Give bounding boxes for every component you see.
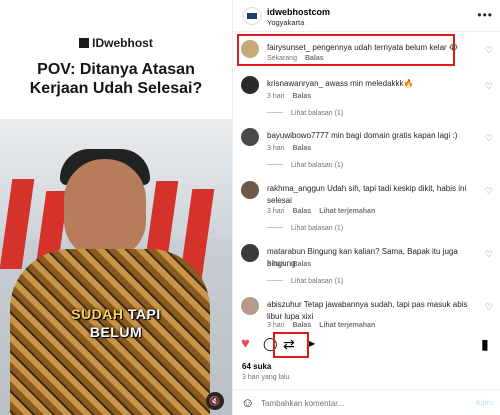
reply-button[interactable]: Balas [293,93,312,100]
add-comment-bar: ☺ Kirim [233,389,500,415]
replies-divider [267,280,283,281]
highlight-annotation [237,34,455,66]
comment-text: abiszuhur Tetap jawabannya sudah, tapi p… [267,299,477,323]
view-replies-button[interactable]: Lihat balasan (1) [267,162,343,169]
caption-rest: TAPI [127,306,161,322]
brand-logo: IDwebhost [0,36,232,50]
heart-outline-icon[interactable]: ♡ [485,249,493,260]
comment-body: awass min meledakkk🔥 [325,79,414,88]
view-replies-button[interactable]: Lihat balasan (1) [267,110,343,117]
video-caption: SUDAH TAPI BELUM [0,305,232,341]
translate-button[interactable]: Lihat terjemahan [319,322,375,329]
reply-button[interactable]: Balas [293,145,312,152]
speaker-muted-icon[interactable]: 🔇 [206,392,224,410]
avatar[interactable] [241,181,259,199]
post-media[interactable]: IDwebhost POV: Ditanya Atasan Kerjaan Ud… [0,0,232,415]
comment-body: min bagi domain gratis kapan lagi :) [331,131,458,140]
post-header: idwebhostcom Yogyakarta ••• [233,0,500,32]
view-replies-button[interactable]: Lihat balasan (1) [267,278,343,285]
comment-username[interactable]: krisnawanryan_ [267,79,323,88]
translate-button[interactable]: Lihat terjemahan [319,208,375,215]
video-frame [0,119,232,415]
comment-text: bayuwibowo7777 min bagi domain gratis ka… [267,130,477,142]
reply-button[interactable]: Balas [293,322,312,329]
headline-line-2: Kerjaan Udah Selesai? [29,80,203,97]
highlight-annotation [273,332,309,358]
replies-divider [267,112,283,113]
comment-meta: 3 hari Balas Lihat terjemahan [267,208,383,215]
heart-outline-icon[interactable]: ♡ [485,186,493,197]
brand-mark-icon [79,38,90,48]
comment-time: 3 hari [267,145,285,152]
comment-meta: 3 hari Balas [267,93,319,100]
emoji-icon[interactable]: ☺ [241,395,254,410]
avatar[interactable] [241,128,259,146]
comment-username[interactable]: abiszuhur [267,300,302,309]
avatar[interactable] [243,7,261,25]
comment-time: 3 hari [267,93,285,100]
video-headline: POV: Ditanya Atasan Kerjaan Udah Selesai… [0,60,232,98]
comment-username[interactable]: matarabun [267,247,305,256]
view-replies-label: Lihat balasan (1) [291,162,344,169]
bookmark-icon[interactable]: ▮ [481,337,489,351]
comment-text: krisnawanryan_ awass min meledakkk🔥 [267,78,477,90]
comment-meta: 3 hari Balas Lihat terjemahan [267,322,383,329]
post-location[interactable]: Yogyakarta [267,18,304,27]
brand-name: IDwebhost [92,36,153,50]
reply-button[interactable]: Balas [293,261,312,268]
reply-button[interactable]: Balas [293,208,312,215]
comment-time: 3 hari [267,261,285,268]
comment-meta: 3 hari Balas [267,261,319,268]
comment-meta: 3 hari Balas [267,145,319,152]
heart-outline-icon[interactable]: ♡ [485,81,493,92]
replies-divider [267,227,283,228]
avatar[interactable] [241,297,259,315]
headline-line-1: POV: Ditanya Atasan [37,61,195,78]
comment-input[interactable] [261,396,461,410]
view-replies-label: Lihat balasan (1) [291,225,344,232]
view-replies-label: Lihat balasan (1) [291,110,344,117]
heart-outline-icon[interactable]: ♡ [485,302,493,313]
comment-username[interactable]: rakhma_anggun [267,184,325,193]
replies-divider [267,164,283,165]
comment-time: 3 hari [267,322,285,329]
view-replies-label: Lihat balasan (1) [291,278,344,285]
caption-line-2: BELUM [89,324,143,340]
view-replies-button[interactable]: Lihat balasan (1) [267,225,343,232]
heart-outline-icon[interactable]: ♡ [485,45,493,56]
avatar[interactable] [241,244,259,262]
comment-text: rakhma_anggun Udah sih, tapi tadi keskip… [267,183,477,207]
heart-outline-icon[interactable]: ♡ [485,133,493,144]
heart-filled-icon[interactable]: ♥ [241,336,250,351]
avatar[interactable] [241,76,259,94]
comment-username[interactable]: bayuwibowo7777 [267,131,329,140]
person-face [64,159,146,259]
caption-highlight: SUDAH [71,306,124,322]
like-count[interactable]: 64 suka [242,362,271,371]
post-comment-button[interactable]: Kirim [476,398,493,407]
comment-time: 3 hari [267,208,285,215]
ellipsis-icon[interactable]: ••• [477,8,493,22]
post-date: 3 hari yang lalu [242,374,290,381]
post-author-username[interactable]: idwebhostcom [267,7,330,17]
